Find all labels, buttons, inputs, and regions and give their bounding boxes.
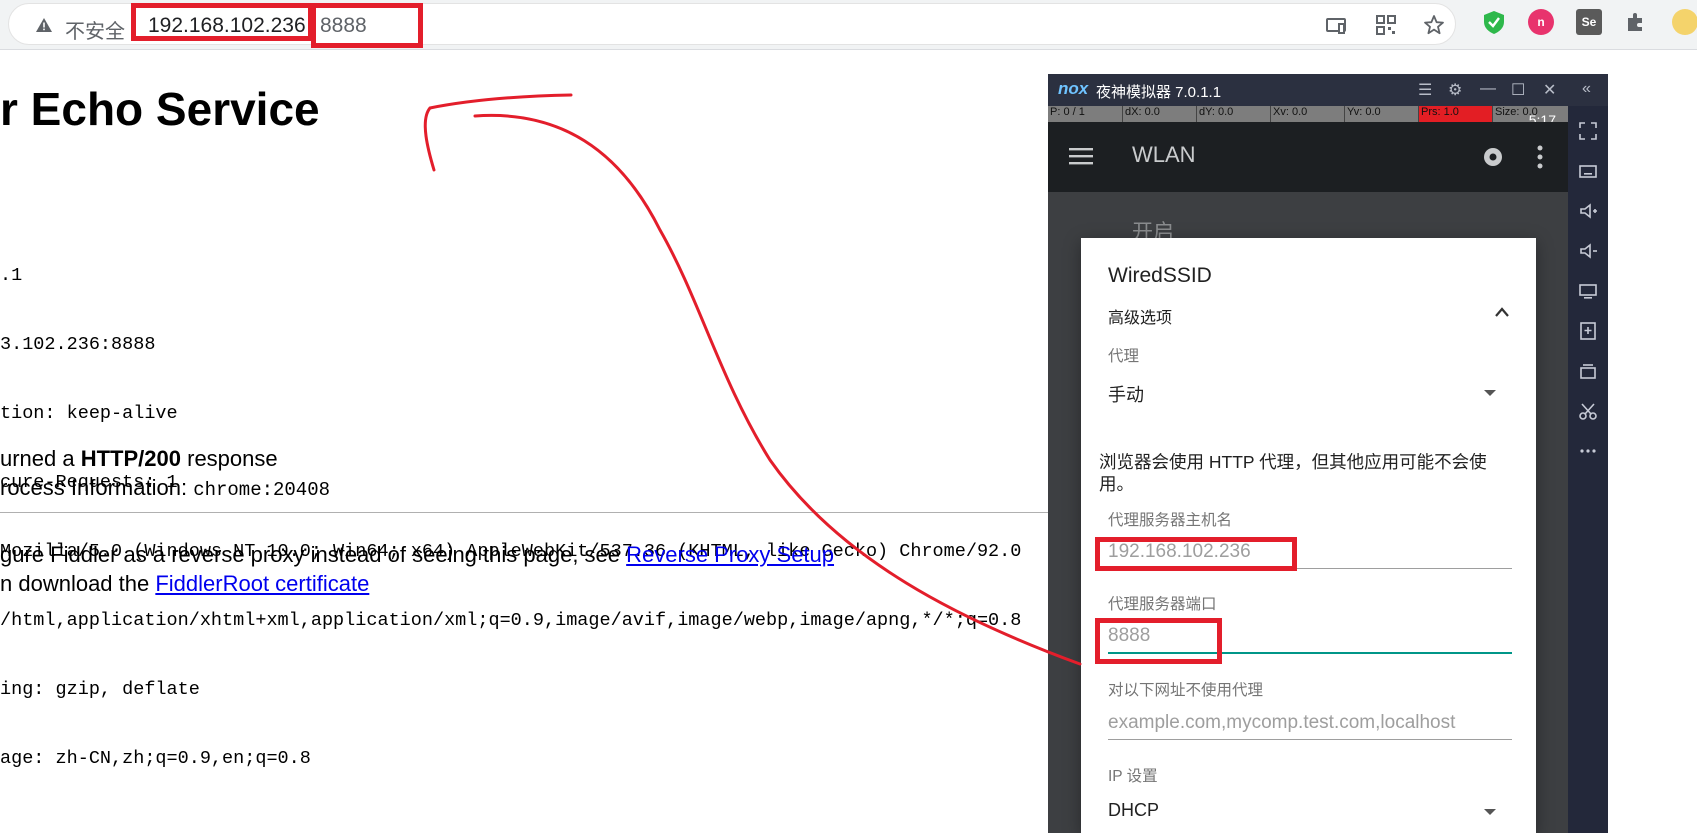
scissors-icon[interactable]: [1579, 402, 1597, 420]
annotation-box-url-host: [131, 3, 313, 41]
host-label: 代理服务器主机名: [1108, 512, 1233, 529]
page-heading: r Echo Service: [0, 83, 320, 135]
dialog-title: WiredSSID: [1108, 264, 1212, 287]
status-prs: Prs: 1.0: [1418, 106, 1492, 122]
menu-icon[interactable]: ☰: [1418, 80, 1432, 100]
request-line: 3.102.236:8888: [0, 334, 156, 355]
warning-icon[interactable]: [35, 17, 53, 33]
add-apk-icon[interactable]: [1579, 322, 1597, 340]
keyboard-icon[interactable]: [1579, 162, 1597, 180]
status-p: P: 0 / 1: [1050, 106, 1085, 118]
response-suffix: response: [181, 446, 278, 471]
status-xv: Xv: 0.0: [1270, 106, 1344, 122]
emulator-title: 夜神模拟器 7.0.1.1: [1096, 84, 1222, 101]
dropdown-arrow-icon[interactable]: [1484, 809, 1496, 815]
maximize-icon[interactable]: ☐: [1511, 80, 1525, 100]
annotation-box-url-port: [311, 3, 423, 48]
proxy-note: 浏览器会使用 HTTP 代理，但其他应用可能不会使用。: [1099, 452, 1487, 494]
response-line: urned a HTTP/200 response: [0, 446, 278, 472]
request-line: ing: gzip, deflate: [0, 679, 200, 700]
status-dy: dY: 0.0: [1196, 106, 1270, 122]
nox-logo: nox: [1058, 79, 1089, 98]
settings-icon[interactable]: ⚙: [1448, 80, 1462, 100]
process-line: rocess Information: chrome:20408: [0, 475, 330, 501]
advanced-options-toggle[interactable]: 高级选项: [1108, 304, 1172, 328]
hamburger-icon[interactable]: [1069, 146, 1093, 166]
annotation-box-host: [1095, 537, 1297, 571]
pointer-status-bar: P: 0 / 1 dX: 0.0 dY: 0.0 Xv: 0.0 Yv: 0.0…: [1048, 106, 1568, 122]
process-prefix: rocess Information:: [0, 475, 194, 500]
qr-code-icon[interactable]: [1375, 14, 1397, 36]
reverse-proxy-link[interactable]: Reverse Proxy Setup: [626, 542, 834, 567]
request-line: tion: keep-alive: [0, 403, 178, 424]
insecure-label[interactable]: 不安全: [65, 15, 125, 44]
selenium-extension-icon[interactable]: Se: [1576, 9, 1602, 35]
request-line: .1: [0, 265, 23, 286]
wlan-title: WLAN: [1132, 142, 1196, 167]
dropdown-arrow-icon[interactable]: [1484, 390, 1496, 396]
multi-instance-icon[interactable]: [1579, 362, 1597, 380]
more-vert-icon[interactable]: [1536, 144, 1544, 170]
reverse-proxy-text: gure Fiddler as a reverse proxy instead …: [0, 542, 627, 567]
more-horiz-icon[interactable]: [1579, 442, 1597, 460]
divider: [0, 512, 1049, 513]
request-headers: .1 3.102.236:8888 tion: keep-alive cure-…: [0, 218, 1021, 816]
reverse-proxy-line: gure Fiddler as a reverse proxy instead …: [0, 542, 834, 568]
status-dx: dX: 0.0: [1122, 106, 1196, 122]
certificate-line: n download the FiddlerRoot certificate: [0, 571, 369, 597]
bypass-label: 对以下网址不使用代理: [1108, 682, 1264, 699]
proxy-settings-dialog: WiredSSID 高级选项 代理 手动 浏览器会使用 HTTP 代理，但其他应…: [1081, 238, 1536, 833]
puzzle-extensions-icon[interactable]: [1624, 10, 1648, 34]
shield-extension-icon[interactable]: [1481, 9, 1507, 35]
fullscreen-icon[interactable]: [1579, 122, 1597, 140]
proxy-label: 代理: [1108, 348, 1140, 365]
minimize-icon[interactable]: —: [1480, 80, 1496, 98]
fiddler-root-cert-link[interactable]: FiddlerRoot certificate: [155, 571, 369, 596]
close-icon[interactable]: ✕: [1543, 80, 1556, 100]
proxy-select[interactable]: 手动: [1108, 381, 1144, 407]
collapse-sidebar-icon[interactable]: «: [1582, 80, 1591, 98]
screen-icon[interactable]: [1579, 282, 1597, 300]
annotation-box-port: [1095, 618, 1222, 664]
emulator-sidebar: [1568, 106, 1608, 833]
ip-settings-select[interactable]: DHCP: [1108, 800, 1159, 821]
process-value: chrome:20408: [193, 479, 331, 501]
pinkn-extension-icon[interactable]: n: [1528, 9, 1554, 35]
gear-icon[interactable]: [1480, 144, 1506, 170]
status-yv: Yv: 0.0: [1344, 106, 1418, 122]
screenshot-root: { "browser": { "insecure_label": "不安全", …: [0, 0, 1697, 833]
response-status: HTTP/200: [80, 446, 181, 471]
chevron-up-icon[interactable]: [1494, 306, 1510, 318]
request-line: /html,application/xhtml+xml,application/…: [0, 610, 1022, 631]
profile-avatar-icon[interactable]: [1672, 9, 1697, 35]
cast-icon[interactable]: [1325, 14, 1347, 36]
bookmark-star-icon[interactable]: [1423, 14, 1445, 36]
certificate-text: n download the: [0, 571, 156, 596]
ip-settings-label: IP 设置: [1108, 768, 1158, 785]
bypass-input[interactable]: example.com,mycomp.test.com,localhost: [1108, 712, 1512, 740]
response-prefix: urned a: [0, 446, 81, 471]
volume-down-icon[interactable]: [1579, 242, 1597, 260]
emulator-titlebar: nox 夜神模拟器 7.0.1.1 ☰ ⚙ — ☐ ✕ «: [1048, 74, 1608, 106]
request-line: age: zh-CN,zh;q=0.9,en;q=0.8: [0, 748, 311, 769]
volume-up-icon[interactable]: [1579, 202, 1597, 220]
wlan-app-bar: WLAN: [1048, 122, 1568, 192]
port-label: 代理服务器端口: [1108, 596, 1217, 613]
